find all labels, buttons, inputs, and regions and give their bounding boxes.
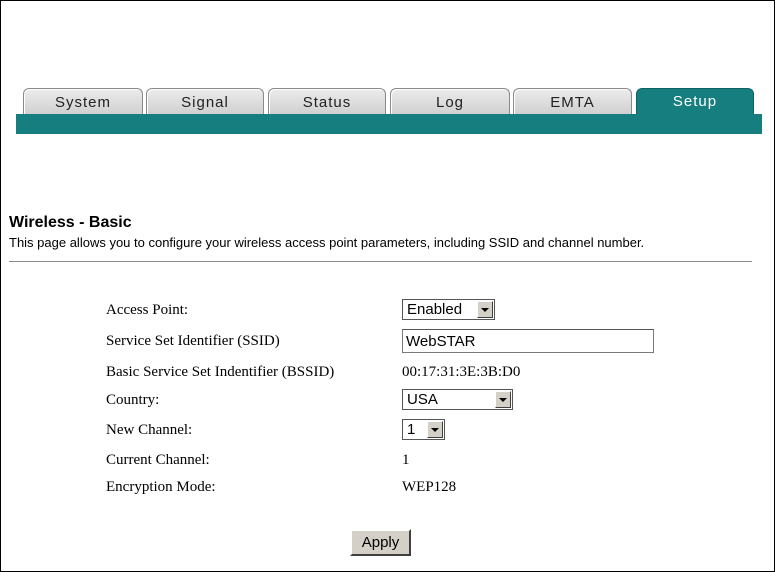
tab-system[interactable]: System [23,88,143,115]
tab-emta[interactable]: EMTA [513,88,632,115]
access-point-select[interactable]: Enabled [402,299,495,320]
chevron-down-icon[interactable] [427,421,443,438]
new-channel-label: New Channel: [106,422,193,438]
new-channel-select[interactable]: 1 [402,419,445,440]
tab-setup[interactable]: Setup [636,88,754,115]
page-title: Wireless - Basic [9,214,132,231]
chevron-down-icon[interactable] [477,301,493,318]
encryption-mode-value: WEP128 [402,479,457,495]
country-select[interactable]: USA [402,389,513,410]
page-description: This page allows you to configure your w… [9,235,645,250]
divider [9,261,752,262]
country-label: Country: [106,392,160,408]
tab-log[interactable]: Log [390,88,510,115]
bssid-value: 00:17:31:3E:3B:D0 [402,364,521,380]
tab-status[interactable]: Status [268,88,386,115]
new-channel-value: 1 [407,421,416,438]
access-point-value: Enabled [407,301,463,318]
ssid-input[interactable] [402,329,654,353]
ssid-label: Service Set Identifier (SSID) [106,333,280,349]
apply-button[interactable]: Apply [350,529,411,556]
country-value: USA [407,391,438,408]
chevron-down-icon[interactable] [495,391,511,408]
current-channel-label: Current Channel: [106,452,210,468]
tab-signal[interactable]: Signal [146,88,264,115]
access-point-label: Access Point: [106,302,189,318]
bssid-label: Basic Service Set Indentifier (BSSID) [106,364,335,380]
current-channel-value: 1 [402,452,410,468]
encryption-mode-label: Encryption Mode: [106,479,216,495]
tab-bar-underline [16,114,762,134]
